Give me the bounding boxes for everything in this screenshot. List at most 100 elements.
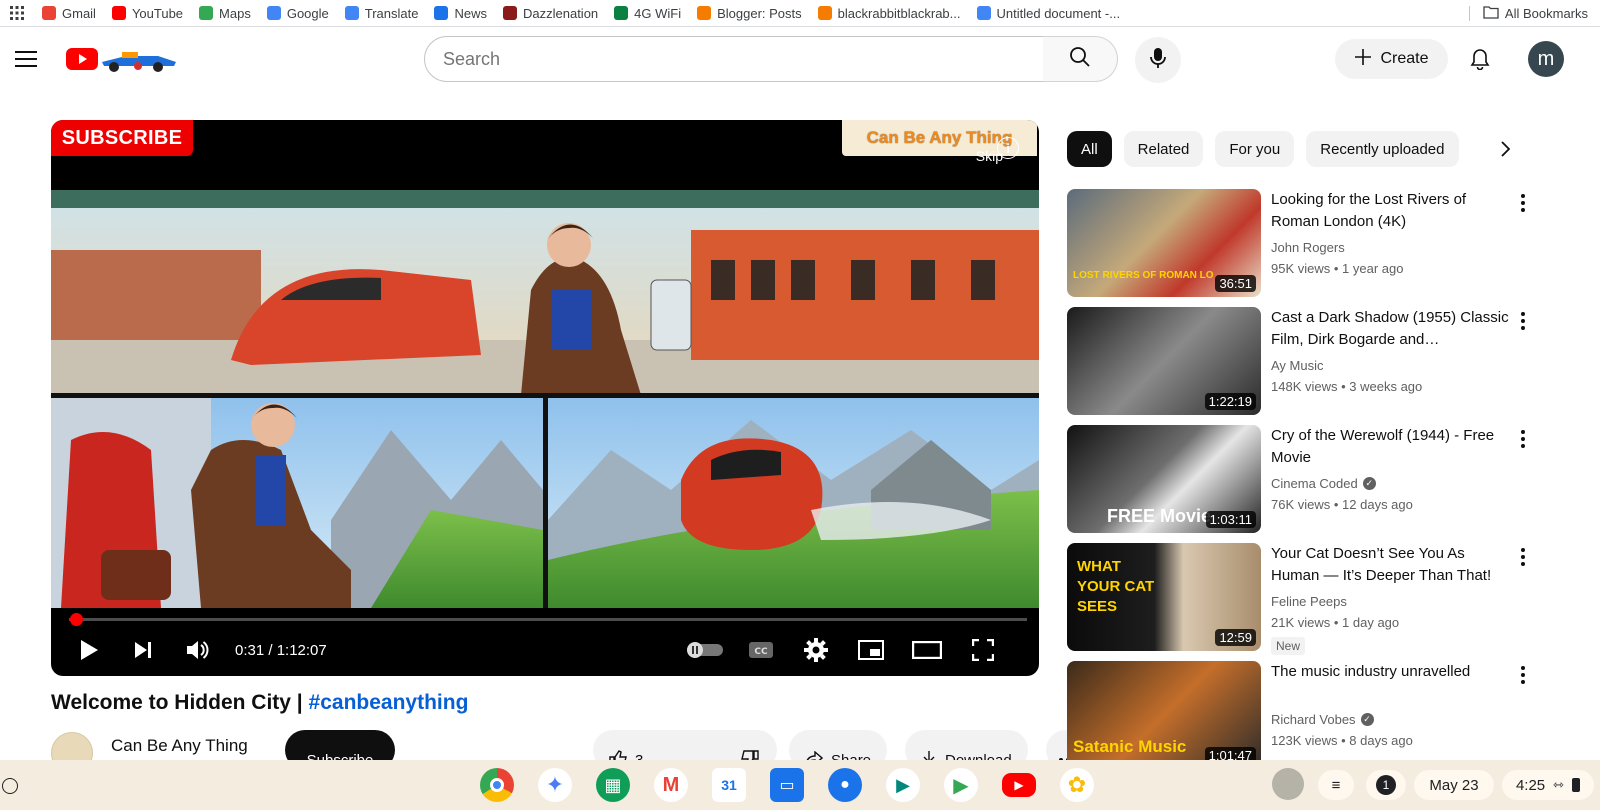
channel-label: John Rogers (1271, 240, 1345, 255)
bookmark-item[interactable]: Untitled document -... (969, 0, 1129, 27)
chip-recently-uploaded[interactable]: Recently uploaded (1306, 131, 1459, 167)
recommendation-item[interactable]: 1:22:19 Cast a Dark Shadow (1955) Classic… (1067, 307, 1600, 415)
account-avatar[interactable]: m (1528, 41, 1564, 77)
captions-icon[interactable]: CC (745, 634, 777, 666)
bookmark-item[interactable]: blackrabbitblackrab... (810, 0, 969, 27)
notifications-bell-icon[interactable] (1464, 43, 1496, 75)
files-icon[interactable]: ▭ (770, 768, 804, 802)
app-grid-icon[interactable]: ▦ (596, 768, 630, 802)
bookmark-item[interactable]: 4G WiFi (606, 0, 689, 27)
chrome-icon[interactable] (480, 768, 514, 802)
menu-icon[interactable] (10, 43, 42, 75)
chip-all[interactable]: All (1067, 131, 1112, 167)
more-options-icon[interactable] (1511, 309, 1535, 333)
bookmark-item[interactable]: Dazzlenation (495, 0, 606, 27)
hashtag-link[interactable]: #canbeanything (309, 691, 469, 714)
more-options-icon[interactable] (1511, 545, 1535, 569)
more-options-icon[interactable] (1511, 427, 1535, 451)
chevron-right-icon[interactable] (1490, 134, 1520, 164)
create-button[interactable]: Create (1335, 39, 1448, 79)
notification-badge[interactable]: 1 (1366, 770, 1406, 800)
time-display: 0:31 / 1:12:07 (235, 642, 327, 659)
bookmark-item[interactable]: Gmail (34, 0, 104, 27)
svg-text:CC: CC (754, 647, 768, 657)
recommendation-channel[interactable]: Ay Music (1271, 358, 1324, 373)
recommendation-title[interactable]: Your Cat Doesn’t See You As Human — It’s… (1271, 543, 1511, 587)
more-options-icon[interactable] (1511, 191, 1535, 215)
volume-icon[interactable] (181, 634, 213, 666)
video-thumbnail[interactable]: WHAT YOUR CAT SEES 12:59 (1067, 543, 1261, 651)
settings-gear-icon[interactable] (800, 634, 832, 666)
chip-related[interactable]: Related (1123, 131, 1204, 167)
search-button[interactable] (1043, 36, 1118, 82)
date-display[interactable]: May 23 (1414, 770, 1494, 800)
bookmark-item[interactable]: Google (259, 0, 337, 27)
clipboard-icon[interactable]: ≡ (1318, 770, 1354, 800)
recommendation-channel[interactable]: John Rogers (1271, 240, 1345, 255)
info-icon[interactable]: i (997, 137, 1019, 159)
recommendation-channel[interactable]: Feline Peeps (1271, 594, 1347, 609)
bookmark-item[interactable]: Maps (191, 0, 259, 27)
search-input[interactable] (424, 36, 1044, 82)
recommendation-item[interactable]: WHAT YOUR CAT SEES 12:59 Your Cat Doesn’t … (1067, 543, 1600, 655)
recommendation-item[interactable]: LOST RIVERS OF ROMAN LO 36:51 Looking for … (1067, 189, 1600, 297)
recommendation-meta: 21K views • 1 day ago (1271, 615, 1400, 630)
video-thumbnail[interactable]: FREE Movie 1:03:11 (1067, 425, 1261, 533)
plus-icon (1354, 48, 1372, 71)
progress-bar[interactable] (69, 613, 1027, 626)
play-icon[interactable] (73, 634, 105, 666)
next-icon[interactable] (127, 634, 159, 666)
youtube-app-icon[interactable]: ▶ (1002, 773, 1036, 797)
meet-icon[interactable]: ▶ (886, 768, 920, 802)
recommendation-item[interactable]: FREE Movie 1:03:11 Cry of the Werewolf (19… (1067, 425, 1600, 533)
verified-check-icon: ✓ (1360, 713, 1374, 726)
autoplay-toggle-icon[interactable] (684, 634, 726, 666)
video-frame (51, 190, 1039, 608)
voice-search-button[interactable] (1135, 37, 1181, 83)
all-bookmarks-button[interactable]: All Bookmarks (1483, 0, 1588, 27)
recommendation-title[interactable]: The music industry unravelled (1271, 661, 1511, 683)
fullscreen-icon[interactable] (967, 634, 999, 666)
upload-age: 1 day ago (1342, 615, 1400, 630)
thumbnail-caption: WHAT YOUR CAT SEES (1077, 558, 1155, 615)
bookmark-item[interactable]: Blogger: Posts (689, 0, 810, 27)
recommendation-title[interactable]: Looking for the Lost Rivers of Roman Lon… (1271, 189, 1511, 233)
recommendation-title[interactable]: Cast a Dark Shadow (1955) Classic Film, … (1271, 307, 1511, 351)
video-thumbnail[interactable]: LOST RIVERS OF ROMAN LO 36:51 (1067, 189, 1261, 297)
recommendation-channel[interactable]: Richard Vobes ✓ (1271, 712, 1374, 727)
photos-icon[interactable]: ✿ (1060, 768, 1094, 802)
subscribe-overlay[interactable]: SUBSCRIBE (51, 120, 193, 156)
bookmark-item[interactable]: Translate (337, 0, 427, 27)
chip-for-you[interactable]: For you (1215, 131, 1295, 167)
calendar-icon[interactable]: 31 (712, 768, 746, 802)
bookmark-label: Maps (219, 5, 251, 21)
bookmark-item[interactable]: News (426, 0, 495, 27)
apps-grid-icon[interactable] (0, 6, 34, 20)
gemini-icon[interactable]: ✦ (538, 768, 572, 802)
recommendation-title[interactable]: Cry of the Werewolf (1944) - Free Movie (1271, 425, 1511, 469)
gmail-app-icon[interactable]: M (654, 768, 688, 802)
recommendation-item[interactable]: Satanic Music 1:01:47 The music industry u… (1067, 661, 1600, 769)
video-thumbnail[interactable]: Satanic Music 1:01:47 (1067, 661, 1261, 769)
recommendation-meta: 95K views • 1 year ago (1271, 261, 1404, 276)
recommendation-channel[interactable]: Cinema Coded ✓ (1271, 476, 1376, 491)
play-store-icon[interactable]: ▶ (944, 768, 978, 802)
video-player[interactable]: SUBSCRIBE Can Be Any Thing Skip i 0:31 /… (51, 120, 1039, 676)
status-tray[interactable]: 4:25 ⇿ (1502, 770, 1594, 800)
view-count: 21K views (1271, 615, 1331, 630)
channel-name[interactable]: Can Be Any Thing (111, 736, 248, 756)
more-options-icon[interactable] (1511, 663, 1535, 687)
youtube-doodle-logo[interactable] (66, 44, 182, 74)
bookmark-list: Gmail YouTube Maps Google Translate News Dazzl… (34, 0, 1128, 27)
miniplayer-icon[interactable] (855, 634, 887, 666)
bookmark-favicon-icon (976, 6, 991, 20)
duration-badge: 36:51 (1215, 275, 1256, 292)
video-thumbnail[interactable]: 1:22:19 (1067, 307, 1261, 415)
theater-mode-icon[interactable] (911, 634, 943, 666)
user-avatar-icon[interactable] (1272, 768, 1304, 800)
bookmark-item[interactable]: YouTube (104, 0, 191, 27)
verified-check-icon: ✓ (1362, 477, 1376, 490)
messages-icon[interactable]: ● (828, 768, 862, 802)
upload-age: 1 year ago (1342, 261, 1404, 276)
launcher-icon[interactable] (2, 778, 18, 794)
